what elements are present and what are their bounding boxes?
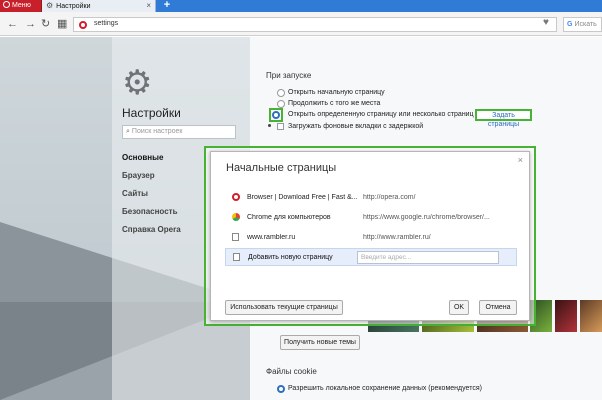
speed-dial-icon[interactable]: ▦ [57,18,67,30]
dialog-title: Начальные страницы [226,162,337,174]
startup-option-label: Открыть определенную страницу или нескол… [288,111,474,118]
gear-icon: ⚙ [46,1,54,10]
startup-page-row[interactable]: Browser | Download Free | Fast &... http… [225,189,517,207]
startup-option-label: Открыть начальную страницу [288,89,385,96]
background-tabs-checkbox[interactable] [277,123,284,130]
address-bar[interactable]: settings [73,17,557,32]
search-placeholder: Искать [574,21,597,28]
theme-thumbnail[interactable] [580,300,602,332]
menu-button[interactable]: Меню [0,0,42,12]
reload-icon[interactable]: ↻ [41,18,50,30]
use-current-pages-button[interactable]: Использовать текущие страницы [225,300,343,315]
startup-section-title: При запуске [266,71,312,80]
tab-close-icon[interactable]: × [146,0,151,12]
startup-page-row[interactable]: Chrome для компьютеров https://www.googl… [225,209,517,227]
cookies-option-label: Разрешить локальное сохранение данных (р… [288,385,482,392]
tab-strip: Меню ⚙ Настройки × + [0,0,602,12]
settings-search-input[interactable]: ⌕ Поиск настроек [122,125,236,139]
page-icon [233,253,240,261]
background-tabs-label: Загружать фоновые вкладки с задержкой [288,123,424,130]
set-pages-link[interactable]: Задать страницы [475,109,532,128]
sidebar-item-sites[interactable]: Сайты [122,189,181,207]
page-url: https://www.google.ru/chrome/browser/... [363,214,490,221]
startup-pages-dialog: Начальные страницы × Browser | Download … [210,151,530,321]
address-text: settings [94,20,119,27]
add-page-row[interactable]: Добавить новую страницу Введите адрес... [225,248,517,266]
page-url: http://opera.com/ [363,194,416,201]
theme-thumbnails [530,300,602,332]
opera-icon [232,193,240,201]
tab-settings[interactable]: ⚙ Настройки × [42,0,156,12]
opera-logo-icon [3,1,10,8]
menu-label: Меню [12,2,31,9]
startup-radio-continue[interactable] [277,100,285,108]
sidebar-item-browser[interactable]: Браузер [122,171,181,189]
page-icon [232,233,239,241]
tab-title: Настройки [56,3,91,10]
new-tab-button[interactable]: + [161,0,173,12]
opera-logo-icon [79,21,87,29]
add-page-label: Добавить новую страницу [248,254,333,261]
search-placeholder: Поиск настроек [131,128,183,135]
cancel-button[interactable]: Отмена [479,300,517,315]
cookies-radio-allow[interactable] [277,385,285,393]
close-icon[interactable]: × [518,155,523,165]
sidebar-item-basic[interactable]: Основные [122,153,181,171]
cookies-section-title: Файлы cookie [266,367,317,376]
startup-radio-specific-pages[interactable] [272,111,280,119]
ok-button[interactable]: OK [449,300,469,315]
sidebar-item-help[interactable]: Справка Opera [122,225,181,243]
page-url: http://www.rambler.ru/ [363,234,431,241]
settings-gear-icon: ⚙ [122,64,153,102]
forward-arrow-icon[interactable]: → [25,18,36,30]
sidebar-nav: Основные Браузер Сайты Безопасность Спра… [122,153,181,243]
back-arrow-icon[interactable]: ← [7,18,18,30]
page-name: Browser | Download Free | Fast &... [247,194,358,201]
chrome-icon [232,213,240,221]
bullet [268,124,271,127]
get-new-themes-button[interactable]: Получить новые темы [280,335,360,350]
bookmark-heart-icon[interactable]: ♥ [543,17,549,28]
page-name: Chrome для компьютеров [247,214,331,221]
startup-option-label: Продолжить с того же места [288,100,381,107]
search-icon: ⌕ [126,128,130,135]
page-name: www.rambler.ru [247,234,296,241]
search-input[interactable]: G Искать [563,17,602,32]
new-page-address-input[interactable]: Введите адрес... [357,251,499,264]
startup-radio-homepage[interactable] [277,89,285,97]
navigation-bar: ← → ↻ ▦ settings ♥ G Искать [0,12,602,36]
theme-thumbnail[interactable] [555,300,577,332]
page-title: Настройки [122,106,181,120]
google-icon: G [567,21,573,28]
sidebar-item-security[interactable]: Безопасность [122,207,181,225]
startup-page-row[interactable]: www.rambler.ru http://www.rambler.ru/ [225,229,517,247]
